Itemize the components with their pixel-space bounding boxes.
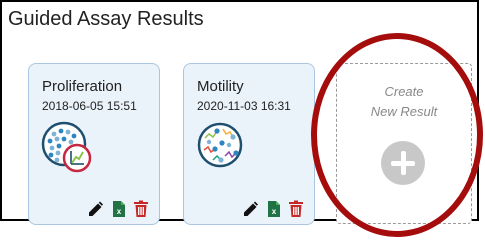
result-card-motility[interactable]: Motility 2020-11-03 16:31 x (183, 63, 315, 225)
result-timestamp: 2020-11-03 16:31 (197, 99, 291, 113)
result-timestamp: 2018-06-05 15:51 (42, 99, 137, 113)
result-name: Motility (197, 78, 244, 95)
result-name: Proliferation (42, 78, 123, 95)
pencil-icon[interactable] (87, 200, 103, 218)
pencil-icon[interactable] (242, 200, 258, 218)
create-label-line2: New Result (370, 104, 438, 119)
svg-text:x: x (117, 207, 122, 216)
panel-title: Guided Assay Results (8, 8, 204, 30)
trash-icon[interactable] (133, 200, 149, 218)
guided-assay-results-panel: Guided Assay Results Proliferation 2018-… (0, 0, 479, 225)
excel-icon[interactable]: x (266, 200, 282, 218)
create-new-result-button[interactable]: Create New Result (336, 63, 472, 224)
excel-icon[interactable]: x (111, 200, 127, 218)
create-label: Create New Result (337, 82, 471, 122)
svg-text:x: x (272, 207, 277, 216)
card-actions: x (242, 200, 312, 218)
plus-circle-icon[interactable] (381, 141, 425, 185)
card-actions: x (87, 200, 157, 218)
result-card-proliferation[interactable]: Proliferation 2018-06-05 15:51 x (28, 63, 160, 225)
create-label-line1: Create (384, 84, 424, 99)
motility-assay-icon (197, 122, 243, 168)
proliferation-assay-icon (41, 121, 92, 173)
trash-icon[interactable] (288, 200, 304, 218)
